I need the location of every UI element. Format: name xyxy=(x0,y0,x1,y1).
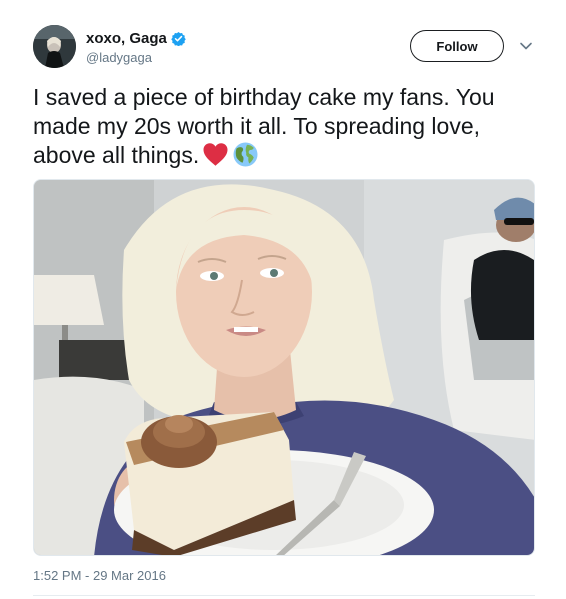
selfie-with-cake-photo xyxy=(34,180,534,555)
verified-badge-icon xyxy=(171,31,186,46)
tweet-text: I saved a piece of birthday cake my fans… xyxy=(33,83,543,170)
name-row: xoxo, Gaga xyxy=(86,28,186,48)
author-handle[interactable]: @ladygaga xyxy=(86,50,186,65)
chevron-down-icon[interactable] xyxy=(519,39,533,53)
author-avatar[interactable] xyxy=(33,25,76,68)
tweet-body: I saved a piece of birthday cake my fans… xyxy=(33,84,495,168)
divider xyxy=(33,595,535,596)
follow-button[interactable]: Follow xyxy=(410,30,504,62)
red-heart-icon xyxy=(202,141,229,168)
tweet-timestamp[interactable]: 1:52 PM - 29 Mar 2016 xyxy=(33,568,166,583)
avatar-image xyxy=(33,25,76,68)
tweet-card: xoxo, Gaga @ladygaga Follow I saved a pi… xyxy=(0,0,566,599)
tweet-photo[interactable] xyxy=(33,179,535,556)
globe-americas-icon xyxy=(232,141,259,168)
author-display-name[interactable]: xoxo, Gaga xyxy=(86,30,167,47)
author-info: xoxo, Gaga @ladygaga xyxy=(86,28,186,65)
